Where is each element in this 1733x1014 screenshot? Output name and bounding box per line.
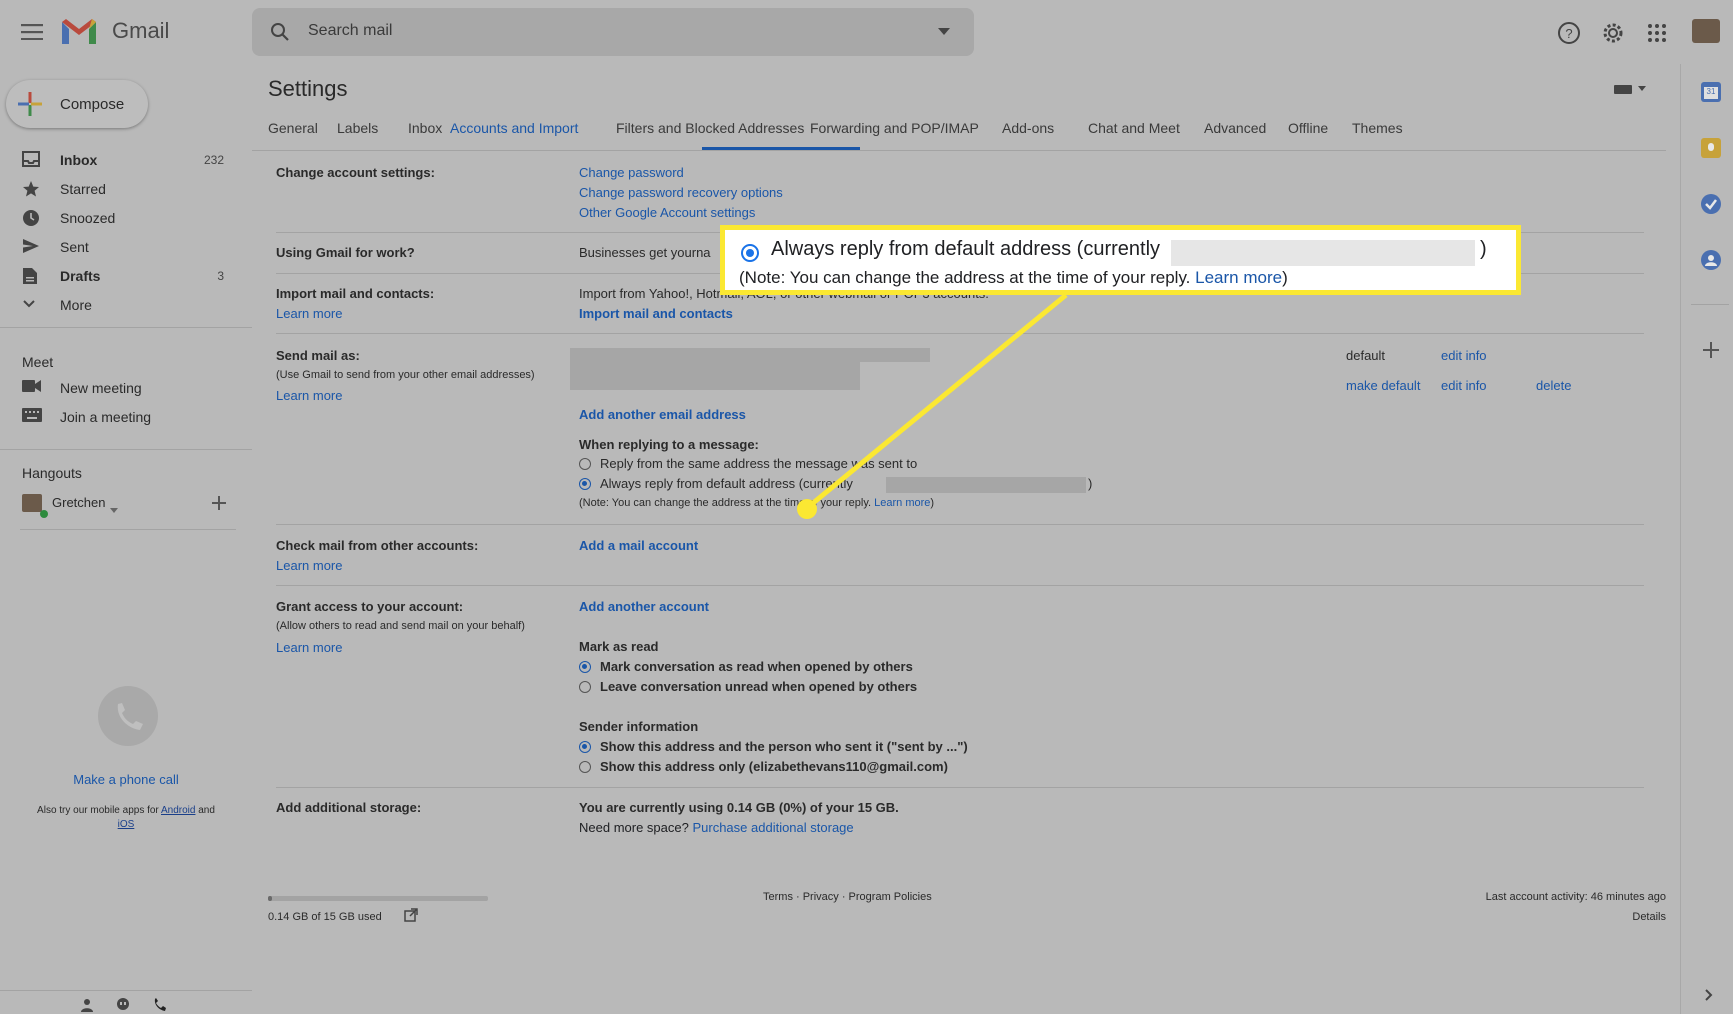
- callout-line-1-text: Always reply from default address (curre…: [771, 238, 1161, 260]
- add-addon-plus-icon[interactable]: [1703, 342, 1719, 363]
- callout-line-2: (Note: You can change the address at the…: [739, 268, 1288, 288]
- callout-connector: [797, 293, 1068, 519]
- chevron-right-icon[interactable]: [1705, 988, 1713, 1006]
- callout-line-1: Always reply from default address (curre…: [771, 238, 1160, 261]
- tasks-icon[interactable]: [1701, 194, 1721, 214]
- callout-close-paren: ): [1480, 238, 1487, 260]
- callout-line-2-text: (Note: You can change the address at the…: [739, 268, 1191, 287]
- contacts-icon[interactable]: [1701, 250, 1721, 270]
- side-panel: 31: [1680, 64, 1733, 1014]
- callout-line-2-end: ): [1282, 268, 1288, 287]
- callout-redacted-email: [1171, 240, 1475, 266]
- keep-icon[interactable]: [1701, 138, 1721, 158]
- calendar-icon[interactable]: 31: [1701, 82, 1721, 102]
- side-panel-divider: [1691, 304, 1729, 305]
- callout-learn-more-link: Learn more: [1195, 268, 1283, 287]
- highlight-callout: Always reply from default address (curre…: [720, 225, 1521, 295]
- callout-radio: [741, 244, 759, 262]
